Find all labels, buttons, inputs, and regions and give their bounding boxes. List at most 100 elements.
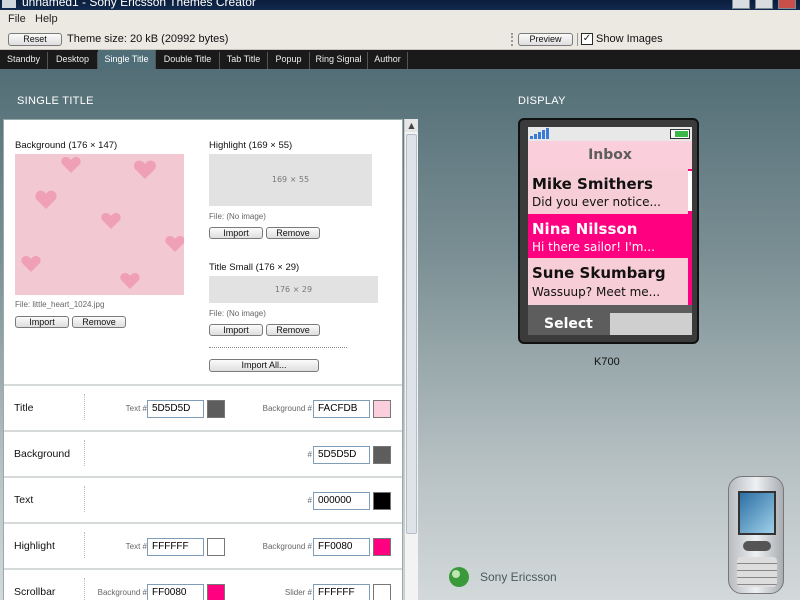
- text-hex-label: Text #: [125, 542, 147, 551]
- scroll-up-icon[interactable]: ▲: [405, 119, 418, 132]
- color-row-highlight: Highlight Text # FFFFFF Background # FF0…: [4, 522, 402, 566]
- highlight-text-color-input[interactable]: FFFFFF: [147, 538, 204, 556]
- divider: [209, 347, 347, 348]
- tab-desktop[interactable]: Desktop: [48, 52, 98, 69]
- title-background-color-input[interactable]: FACFDB: [313, 400, 370, 418]
- settings-panel: Background (176 × 147) File: little_hear…: [3, 119, 403, 600]
- tab-bar: Standby Desktop Single Title Double Titl…: [0, 50, 800, 69]
- title-small-file-label: File: (No image): [209, 309, 266, 318]
- maximize-button[interactable]: [755, 0, 773, 9]
- section-single-title-heading: SINGLE TITLE: [17, 95, 94, 107]
- phone-screen: Inbox Mike Smithers Did you ever notice.…: [528, 127, 692, 313]
- preview-button[interactable]: Preview: [518, 33, 573, 46]
- battery-icon: [670, 129, 690, 139]
- section-display-heading: DISPLAY: [518, 95, 566, 107]
- background-hex-label: Background #: [262, 404, 312, 413]
- scrollbar-slider-color-swatch[interactable]: [373, 584, 391, 600]
- title-small-image-label: Title Small (176 × 29): [209, 262, 300, 273]
- text-color-swatch[interactable]: [373, 492, 391, 510]
- color-row-label: Title: [14, 402, 34, 414]
- import-all-button[interactable]: Import All...: [209, 359, 319, 372]
- panel-scrollbar[interactable]: ▲: [404, 119, 418, 600]
- title-bar: unnamed1 - Sony Ericsson Themes Creator: [0, 0, 800, 10]
- phone-softkey-bar: [528, 305, 692, 313]
- phone-model-label: K700: [594, 356, 620, 368]
- theme-size-label: Theme size: 20 kB (20992 bytes): [67, 33, 229, 45]
- divider: [84, 394, 85, 420]
- window-title: unnamed1 - Sony Ericsson Themes Creator: [22, 0, 256, 9]
- tab-standby[interactable]: Standby: [0, 52, 48, 69]
- divider: [84, 440, 85, 466]
- title-background-color-swatch[interactable]: [373, 400, 391, 418]
- tab-popup[interactable]: Popup: [268, 52, 310, 69]
- toolbar-separator: [577, 33, 578, 46]
- toolbar: Reset Theme size: 20 kB (20992 bytes) Pr…: [0, 30, 800, 50]
- highlight-remove-button[interactable]: Remove: [266, 227, 320, 239]
- title-small-import-button[interactable]: Import: [209, 324, 263, 336]
- message-sender: Sune Skumbarg: [532, 264, 666, 282]
- message-sender: Nina Nilsson: [532, 220, 638, 238]
- background-image-label: Background (176 × 147): [15, 140, 118, 151]
- title-text-color-swatch[interactable]: [207, 400, 225, 418]
- highlight-import-button[interactable]: Import: [209, 227, 263, 239]
- menu-file[interactable]: File: [8, 13, 26, 25]
- status-bar: [528, 127, 692, 141]
- color-row-scrollbar: Scrollbar Background # FF0080 Slider # F…: [4, 568, 402, 600]
- highlight-image-placeholder: 169 × 55: [209, 154, 372, 206]
- device-navigation-key: [743, 541, 771, 551]
- background-import-button[interactable]: Import: [15, 316, 69, 328]
- highlight-background-color-input[interactable]: FF0080: [313, 538, 370, 556]
- divider: [84, 486, 85, 512]
- phone-message-row: Sune Skumbarg Wassuup? Meet me...: [528, 258, 692, 304]
- phone-message-row-highlighted: Nina Nilsson Hi there sailor! I'm...: [528, 214, 692, 258]
- title-small-image-placeholder: 176 × 29: [209, 276, 378, 303]
- background-color-swatch[interactable]: [373, 446, 391, 464]
- scrollbar-background-color-input[interactable]: FF0080: [147, 584, 204, 600]
- tab-author[interactable]: Author: [368, 52, 408, 69]
- content-area: SINGLE TITLE DISPLAY Background (176 × 1…: [0, 69, 800, 600]
- phone-device-image: [728, 476, 784, 594]
- divider: [84, 532, 85, 558]
- highlight-file-label: File: (No image): [209, 212, 266, 221]
- close-button[interactable]: [778, 0, 796, 9]
- background-hex-label: Background #: [97, 588, 147, 597]
- background-remove-button[interactable]: Remove: [72, 316, 126, 328]
- hex-label: #: [307, 496, 312, 505]
- color-row-text: Text # 000000: [4, 476, 402, 520]
- tab-single-title[interactable]: Single Title: [98, 50, 156, 69]
- device-keypad: [737, 557, 777, 587]
- softkey-select: Select: [528, 313, 610, 335]
- menu-help[interactable]: Help: [35, 13, 58, 25]
- hex-label: #: [307, 450, 312, 459]
- color-row-label: Background: [14, 448, 71, 460]
- scrollbar-slider-color-input[interactable]: FFFFFF: [313, 584, 370, 600]
- brand-label: Sony Ericsson: [480, 570, 557, 584]
- slider-hex-label: Slider #: [284, 588, 312, 597]
- text-color-input[interactable]: 000000: [313, 492, 370, 510]
- title-text-color-input[interactable]: 5D5D5D: [147, 400, 204, 418]
- scrollbar-thumb[interactable]: [406, 134, 417, 534]
- color-row-label: Text: [14, 494, 34, 506]
- tab-tab-title[interactable]: Tab Title: [220, 52, 268, 69]
- signal-strength-icon: [530, 128, 549, 139]
- message-preview: Hi there sailor! I'm...: [532, 240, 655, 254]
- tab-double-title[interactable]: Double Title: [156, 52, 220, 69]
- background-preview: [15, 154, 184, 295]
- background-color-input[interactable]: 5D5D5D: [313, 446, 370, 464]
- highlight-image-label: Highlight (169 × 55): [209, 140, 293, 151]
- message-preview: Did you ever notice...: [532, 195, 661, 209]
- scrollbar-background-color-swatch[interactable]: [207, 584, 225, 600]
- tab-ring-signal[interactable]: Ring Signal: [310, 52, 368, 69]
- toolbar-grip: [511, 33, 513, 46]
- color-row-background: Background # 5D5D5D: [4, 430, 402, 474]
- color-row-label: Scrollbar: [14, 586, 56, 598]
- title-small-remove-button[interactable]: Remove: [266, 324, 320, 336]
- highlight-text-color-swatch[interactable]: [207, 538, 225, 556]
- phone-scrollbar: [688, 169, 692, 305]
- highlight-background-color-swatch[interactable]: [373, 538, 391, 556]
- device-screen: [738, 491, 776, 535]
- background-hex-label: Background #: [262, 542, 312, 551]
- minimize-button[interactable]: [732, 0, 750, 9]
- show-images-checkbox[interactable]: ✓: [581, 33, 593, 45]
- reset-button[interactable]: Reset: [8, 33, 62, 46]
